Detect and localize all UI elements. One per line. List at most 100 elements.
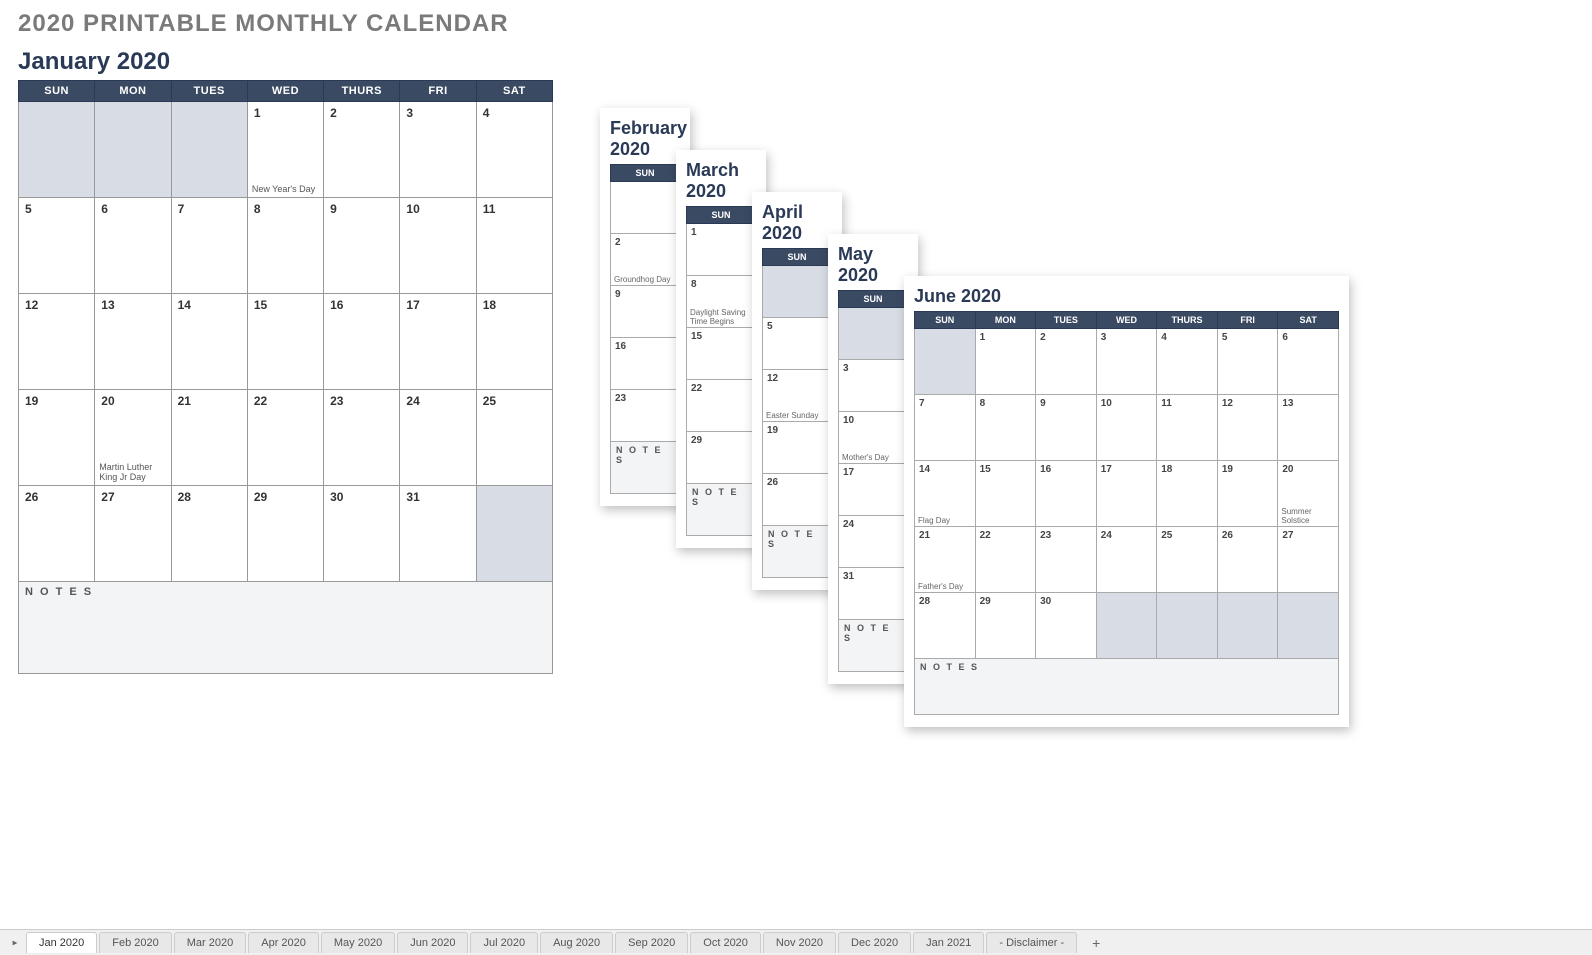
calendar-cell[interactable]: 23 (611, 390, 680, 442)
calendar-cell[interactable]: 6 (95, 198, 171, 294)
calendar-cell[interactable]: 26 (763, 474, 832, 526)
calendar-cell[interactable]: 4 (476, 102, 552, 198)
calendar-cell[interactable]: 30 (324, 486, 400, 582)
calendar-cell[interactable]: 18 (1157, 461, 1218, 527)
calendar-cell[interactable]: 24 (839, 516, 908, 568)
calendar-cell[interactable]: 1New Year's Day (247, 102, 323, 198)
calendar-cell[interactable]: 28 (915, 593, 976, 659)
calendar-cell[interactable]: 19 (763, 422, 832, 474)
calendar-cell[interactable]: 5 (763, 318, 832, 370)
calendar-cell[interactable]: 12 (19, 294, 95, 390)
calendar-cell[interactable]: 19 (19, 390, 95, 486)
calendar-cell[interactable]: 23 (324, 390, 400, 486)
calendar-cell[interactable]: 31 (400, 486, 476, 582)
calendar-cell[interactable]: 2 (324, 102, 400, 198)
calendar-cell[interactable]: 8Daylight Saving Time Begins (687, 276, 756, 328)
calendar-cell[interactable]: 30 (1036, 593, 1097, 659)
calendar-cell[interactable]: 8 (975, 395, 1036, 461)
calendar-cell[interactable]: 12 (1217, 395, 1278, 461)
calendar-cell[interactable]: 26 (19, 486, 95, 582)
calendar-cell[interactable]: 17 (1096, 461, 1157, 527)
calendar-cell[interactable]: 17 (839, 464, 908, 516)
sheet-tab[interactable]: Jul 2020 (470, 932, 538, 953)
calendar-cell[interactable] (1096, 593, 1157, 659)
calendar-cell[interactable]: 4 (1157, 329, 1218, 395)
calendar-cell[interactable]: 19 (1217, 461, 1278, 527)
calendar-cell[interactable]: 29 (247, 486, 323, 582)
calendar-cell[interactable]: 18 (476, 294, 552, 390)
calendar-cell[interactable]: 11 (1157, 395, 1218, 461)
calendar-cell[interactable]: 25 (476, 390, 552, 486)
calendar-cell[interactable]: 7 (171, 198, 247, 294)
calendar-cell[interactable]: 11 (476, 198, 552, 294)
sheet-tab[interactable]: Apr 2020 (248, 932, 319, 953)
calendar-cell[interactable]: 2Groundhog Day (611, 234, 680, 286)
calendar-cell[interactable]: 28 (171, 486, 247, 582)
calendar-cell[interactable]: 16 (324, 294, 400, 390)
sheet-tab[interactable]: May 2020 (321, 932, 395, 953)
calendar-cell[interactable]: 16 (1036, 461, 1097, 527)
sheet-tab[interactable]: - Disclaimer - (986, 932, 1077, 953)
calendar-cell[interactable]: 3 (839, 360, 908, 412)
calendar-cell[interactable]: 26 (1217, 527, 1278, 593)
calendar-cell[interactable]: 10Mother's Day (839, 412, 908, 464)
calendar-cell[interactable] (839, 308, 908, 360)
calendar-cell[interactable]: 9 (611, 286, 680, 338)
sheet-tab[interactable]: Jan 2021 (913, 932, 984, 953)
calendar-cell[interactable]: 23 (1036, 527, 1097, 593)
calendar-cell[interactable]: 22 (247, 390, 323, 486)
calendar-cell[interactable]: 14 (171, 294, 247, 390)
calendar-cell[interactable]: 1 (975, 329, 1036, 395)
calendar-cell[interactable] (1278, 593, 1339, 659)
calendar-cell[interactable]: 22 (975, 527, 1036, 593)
calendar-cell[interactable] (1217, 593, 1278, 659)
calendar-cell[interactable]: 31 (839, 568, 908, 620)
calendar-cell[interactable]: 27 (1278, 527, 1339, 593)
calendar-cell[interactable]: 20Martin Luther King Jr Day (95, 390, 171, 486)
calendar-cell[interactable]: 27 (95, 486, 171, 582)
calendar-cell[interactable]: 15 (687, 328, 756, 380)
calendar-cell[interactable] (611, 182, 680, 234)
calendar-cell[interactable]: 5 (1217, 329, 1278, 395)
calendar-cell[interactable]: 20Summer Solstice (1278, 461, 1339, 527)
sheet-tab[interactable]: Feb 2020 (99, 932, 171, 953)
sheet-tab[interactable]: Jan 2020 (26, 932, 97, 953)
notes-cell[interactable]: N O T E S (839, 620, 908, 672)
tab-nav-prev[interactable] (4, 932, 26, 954)
calendar-cell[interactable]: 3 (1096, 329, 1157, 395)
calendar-cell[interactable]: 10 (400, 198, 476, 294)
calendar-cell[interactable]: 9 (324, 198, 400, 294)
notes-cell[interactable]: N O T E S (687, 484, 756, 536)
calendar-cell[interactable]: 29 (975, 593, 1036, 659)
sheet-tab[interactable]: Nov 2020 (763, 932, 836, 953)
calendar-cell[interactable]: 22 (687, 380, 756, 432)
calendar-cell[interactable]: 8 (247, 198, 323, 294)
calendar-cell[interactable] (19, 102, 95, 198)
calendar-cell[interactable]: 24 (1096, 527, 1157, 593)
calendar-cell[interactable]: 15 (975, 461, 1036, 527)
add-sheet-button[interactable]: + (1085, 932, 1107, 954)
calendar-cell[interactable]: 9 (1036, 395, 1097, 461)
calendar-cell[interactable]: 1 (687, 224, 756, 276)
calendar-cell[interactable]: 16 (611, 338, 680, 390)
calendar-cell[interactable]: 2 (1036, 329, 1097, 395)
sheet-tab[interactable]: Oct 2020 (690, 932, 761, 953)
calendar-cell[interactable]: 21Father's Day (915, 527, 976, 593)
calendar-cell[interactable] (171, 102, 247, 198)
calendar-cell[interactable]: 7 (915, 395, 976, 461)
calendar-cell[interactable]: 15 (247, 294, 323, 390)
calendar-cell[interactable] (915, 329, 976, 395)
sheet-tab[interactable]: Mar 2020 (174, 932, 246, 953)
calendar-cell[interactable]: 12Easter Sunday (763, 370, 832, 422)
calendar-cell[interactable]: 5 (19, 198, 95, 294)
notes-cell[interactable]: N O T E S (763, 526, 832, 578)
calendar-cell[interactable]: 21 (171, 390, 247, 486)
notes-cell[interactable]: N O T E S (19, 582, 553, 674)
sheet-tab[interactable]: Jun 2020 (397, 932, 468, 953)
sheet-tab[interactable]: Aug 2020 (540, 932, 613, 953)
calendar-cell[interactable]: 10 (1096, 395, 1157, 461)
calendar-cell[interactable]: 13 (95, 294, 171, 390)
calendar-cell[interactable]: 25 (1157, 527, 1218, 593)
calendar-cell[interactable] (476, 486, 552, 582)
calendar-cell[interactable]: 6 (1278, 329, 1339, 395)
